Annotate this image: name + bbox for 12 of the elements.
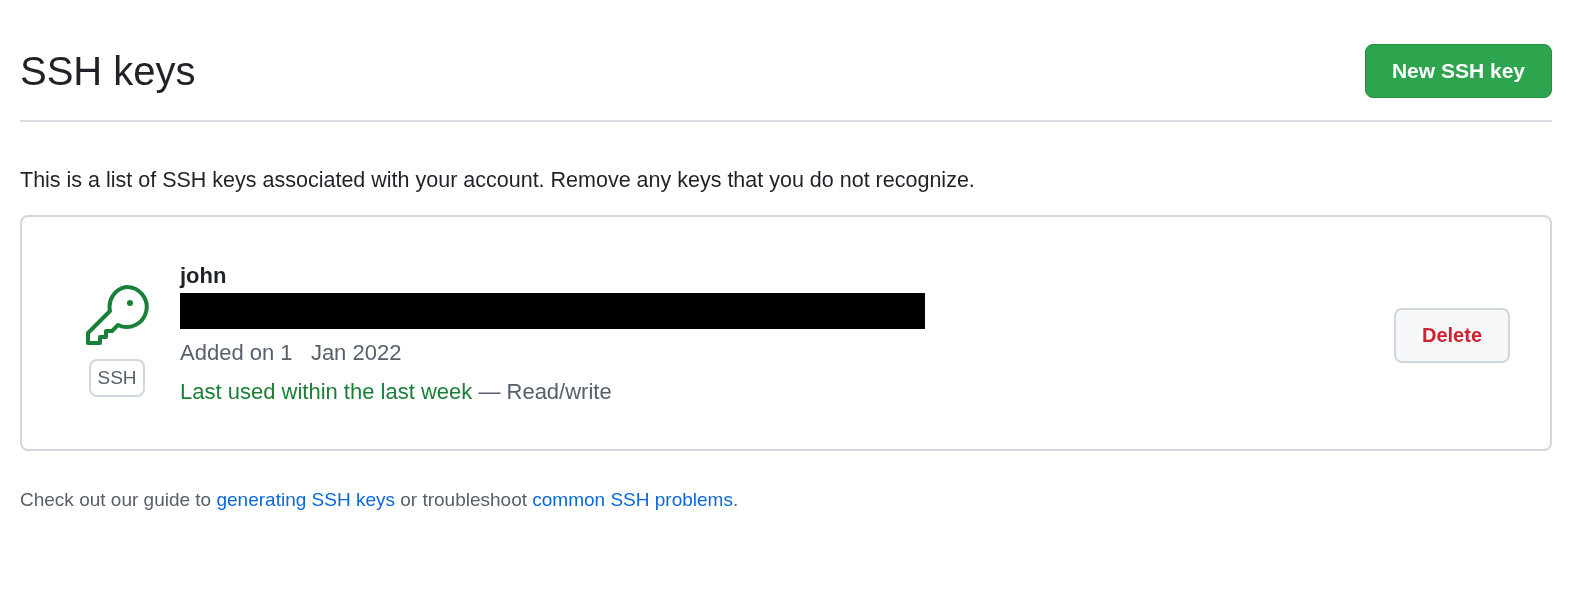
added-date: Added on 1 Jan 2022 [180, 339, 403, 367]
help-text: Check out our guide to generating SSH keys or troubleshoot common SSH problems. [20, 489, 740, 511]
key-name: john [180, 263, 228, 289]
key-icon [84, 283, 150, 345]
help-link[interactable]: generating SSH keys [216, 489, 395, 510]
usage-text: Last used within the last week — Read/write [180, 378, 613, 406]
delete-button[interactable]: Delete [1393, 307, 1510, 363]
new-ssh-key-button[interactable]: New SSH key [1364, 44, 1552, 98]
page-title: SSH keys [20, 48, 196, 94]
help-link[interactable]: common SSH problems [532, 489, 733, 510]
key-type-badge: SSH [89, 359, 145, 397]
description-text: This is a list of SSH keys associated with your account. Remove any keys that you do not recognize. [20, 168, 976, 193]
